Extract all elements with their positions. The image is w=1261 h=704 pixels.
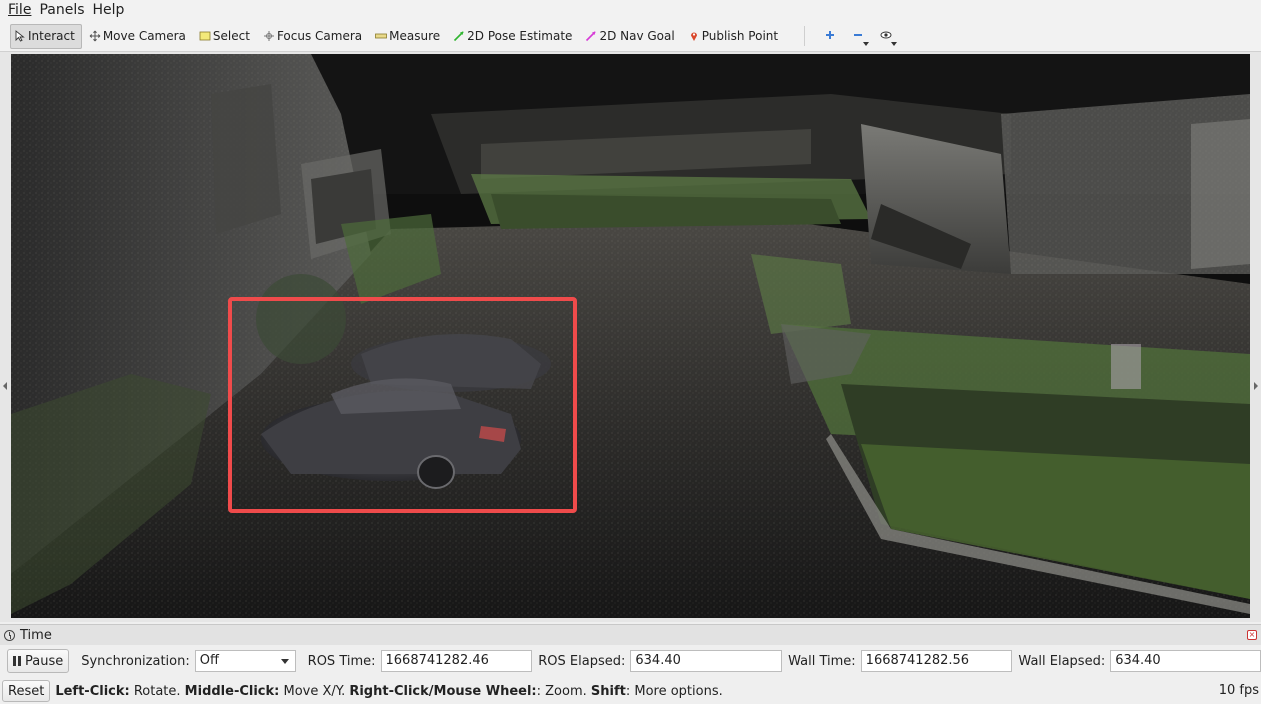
help-key-right-click: Right-Click/Mouse Wheel: (349, 683, 537, 699)
wall-time-label: Wall Time: (788, 653, 856, 669)
tool-2d-nav-goal-label: 2D Nav Goal (599, 29, 675, 43)
tool-interact-label: Interact (28, 29, 75, 43)
menu-file[interactable]: File (4, 0, 35, 21)
menu-bar: File Panels Help (0, 0, 1261, 21)
highlight-annotation-box (228, 297, 577, 513)
pause-button-label: Pause (25, 653, 64, 669)
left-dock-handle-icon[interactable] (3, 382, 7, 390)
menu-help-label: Help (92, 2, 125, 18)
tool-interact[interactable]: Interact (10, 23, 82, 49)
toolbar-separator (804, 26, 806, 46)
help-key-shift: Shift (590, 683, 626, 699)
ros-elapsed-label: ROS Elapsed: (538, 653, 626, 669)
ros-time-label: ROS Time: (307, 653, 376, 669)
3d-render-view[interactable] (11, 54, 1250, 618)
close-icon[interactable]: × (1247, 630, 1257, 640)
help-key-middle-click: Middle-Click: (184, 683, 280, 699)
pink-arrow-icon (585, 30, 597, 42)
select-rectangle-icon (199, 30, 211, 42)
ros-elapsed-field[interactable]: 634.40 (630, 650, 783, 672)
cursor-icon (14, 30, 26, 42)
map-pin-icon (688, 30, 700, 42)
menu-help[interactable]: Help (89, 0, 129, 21)
tool-select-label: Select (212, 29, 250, 43)
chevron-down-icon (891, 41, 898, 46)
green-arrow-icon (453, 30, 465, 42)
chevron-down-icon (863, 41, 870, 46)
help-value-zoom: : Zoom. (536, 683, 591, 699)
tool-move-camera-label: Move Camera (102, 29, 186, 43)
ruler-icon (375, 30, 388, 42)
wall-elapsed-field[interactable]: 634.40 (1110, 650, 1261, 672)
tools-toolbar: Interact Move Camera Select Focus Camera… (0, 21, 1261, 52)
right-dock-handle-icon[interactable] (1254, 382, 1258, 390)
fps-counter: 10 fps (1218, 683, 1259, 698)
wall-elapsed-label: Wall Elapsed: (1018, 653, 1106, 669)
help-value-more: : More options. (625, 683, 723, 699)
tool-select[interactable]: Select (196, 24, 256, 49)
help-key-left-click: Left-Click: (55, 683, 130, 699)
menu-panels[interactable]: Panels (35, 0, 88, 21)
help-value-move: Move X/Y. (279, 683, 350, 699)
tool-focus-camera[interactable]: Focus Camera (260, 24, 368, 49)
ros-time-field[interactable]: 1668741282.46 (380, 650, 533, 672)
tool-publish-point[interactable]: Publish Point (685, 24, 784, 49)
add-tool-button[interactable] (817, 24, 843, 49)
focus-target-icon (263, 30, 275, 42)
move-arrows-icon (89, 30, 101, 42)
pause-icon (13, 656, 21, 666)
synchronization-value: Off (199, 653, 219, 668)
add-tool-icon (824, 29, 836, 44)
remove-tool-button[interactable] (845, 24, 871, 49)
menu-panels-label: Panels (39, 2, 85, 18)
wall-time-field[interactable]: 1668741282.56 (860, 650, 1013, 672)
tool-move-camera[interactable]: Move Camera (86, 24, 192, 49)
time-controls-row: Pause Synchronization: Off ROS Time: 166… (0, 646, 1261, 676)
menu-file-label: File (8, 2, 32, 18)
clock-icon (4, 629, 15, 641)
tool-2d-pose-estimate-label: 2D Pose Estimate (467, 29, 573, 43)
reset-button[interactable]: Reset (2, 680, 51, 702)
time-panel-title: Time (20, 627, 52, 643)
point-cloud-scene (11, 54, 1250, 618)
synchronization-label: Synchronization: (81, 653, 190, 669)
reset-button-label: Reset (8, 683, 45, 699)
help-text: Left-Click: Rotate. Middle-Click: Move X… (55, 684, 722, 699)
status-bar: Reset Left-Click: Rotate. Middle-Click: … (0, 678, 1261, 704)
chevron-down-icon (280, 659, 289, 664)
tool-2d-nav-goal[interactable]: 2D Nav Goal (582, 24, 680, 49)
tool-measure[interactable]: Measure (372, 24, 446, 49)
tool-measure-label: Measure (389, 29, 441, 43)
pause-button[interactable]: Pause (7, 649, 70, 673)
tool-focus-camera-label: Focus Camera (276, 29, 363, 43)
view-options-button[interactable] (873, 24, 899, 49)
tool-2d-pose-estimate[interactable]: 2D Pose Estimate (450, 24, 578, 49)
help-value-rotate: Rotate. (129, 683, 185, 699)
tool-publish-point-label: Publish Point (701, 29, 779, 43)
synchronization-select[interactable]: Off (194, 650, 296, 672)
time-panel-header: Time × (0, 624, 1261, 645)
